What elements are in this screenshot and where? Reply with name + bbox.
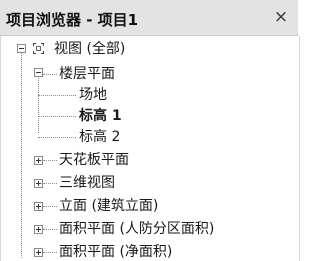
tree-item-views-all[interactable]: 视图 (全部) xyxy=(54,38,125,60)
tree-connector-line xyxy=(43,252,57,253)
panel-titlebar: 项目浏览器 - 项目1 × xyxy=(0,0,298,36)
tree-item-elevations[interactable]: 立面 (建筑立面) xyxy=(59,195,158,217)
tree-connector-line xyxy=(21,52,22,258)
tree-item-level-1[interactable]: 标高 1 xyxy=(79,105,122,127)
tree-connector-line xyxy=(38,78,39,133)
collapse-toggle-icon[interactable] xyxy=(34,68,43,77)
tree-item-ceiling-plans[interactable]: 天花板平面 xyxy=(59,149,129,171)
tree-item-level-2[interactable]: 标高 2 xyxy=(79,126,120,148)
project-tree: 视图 (全部) 楼层平面 场地 标高 1 标高 2 天花板平面 三维视图 立面 … xyxy=(0,36,300,261)
tree-item-3d-views[interactable]: 三维视图 xyxy=(59,172,115,194)
tree-connector-line xyxy=(43,183,57,184)
tree-connector-line xyxy=(38,95,76,96)
expand-toggle-icon[interactable] xyxy=(34,225,43,234)
tree-connector-line xyxy=(38,137,76,138)
tree-connector-line xyxy=(43,74,57,75)
views-icon xyxy=(33,43,44,54)
expand-toggle-icon[interactable] xyxy=(34,202,43,211)
tree-item-floor-plans[interactable]: 楼层平面 xyxy=(59,63,115,85)
expand-toggle-icon[interactable] xyxy=(34,156,43,165)
project-browser-panel: 项目浏览器 - 项目1 × 视图 (全部) 楼层平面 场地 标高 1 标高 2 … xyxy=(0,0,300,261)
tree-item-area-plans-net[interactable]: 面积平面 (净面积) xyxy=(59,241,172,261)
tree-connector-line xyxy=(43,206,57,207)
close-button[interactable]: × xyxy=(270,6,292,28)
tree-connector-line xyxy=(38,116,76,117)
tree-connector-line xyxy=(43,229,57,230)
collapse-toggle-icon[interactable] xyxy=(17,44,26,53)
tree-item-site[interactable]: 场地 xyxy=(79,84,107,106)
expand-toggle-icon[interactable] xyxy=(34,179,43,188)
tree-item-area-plans-civil-defense[interactable]: 面积平面 (人防分区面积) xyxy=(59,218,214,240)
tree-connector-line xyxy=(43,160,57,161)
panel-title: 项目浏览器 - 项目1 xyxy=(6,11,139,29)
expand-toggle-icon[interactable] xyxy=(34,248,43,257)
